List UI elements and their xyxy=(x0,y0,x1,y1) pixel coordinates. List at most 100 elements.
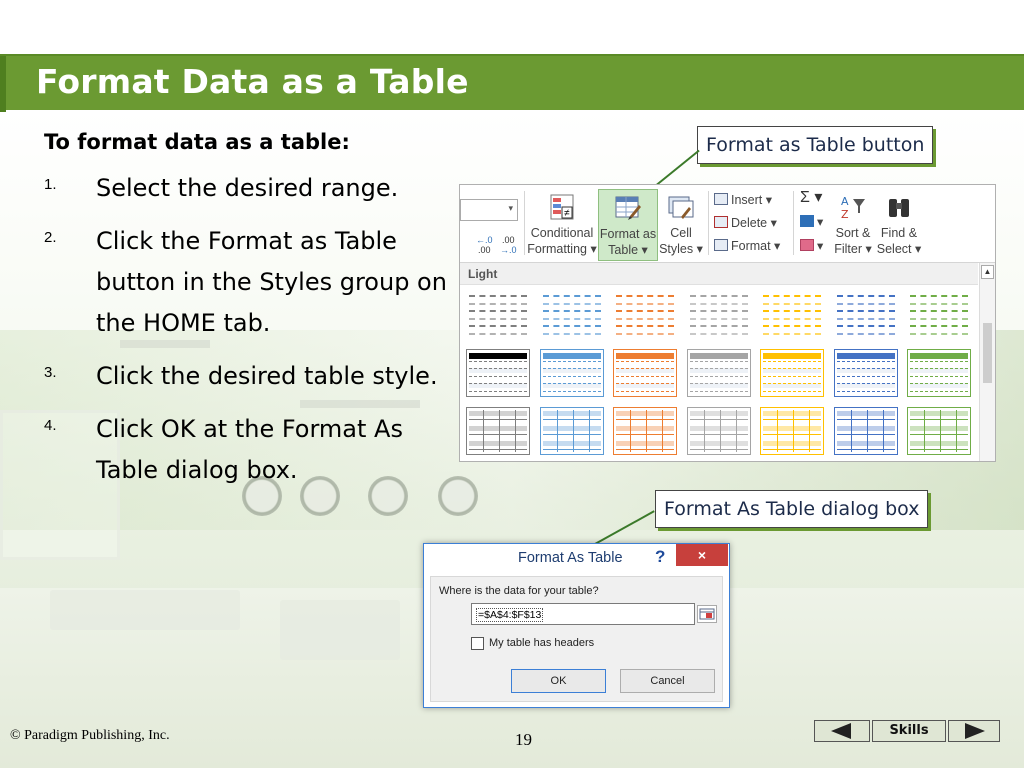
title-accent xyxy=(0,56,6,112)
dialog-body: Where is the data for your table? =$A$4:… xyxy=(430,576,723,702)
step-3: 3. Click the desired table style. xyxy=(44,356,454,397)
format-cells-icon xyxy=(714,239,728,251)
ribbon-separator xyxy=(708,191,709,255)
fill-button[interactable]: ▾ xyxy=(800,211,823,233)
cell-styles-label-2: Styles ▾ xyxy=(659,242,703,256)
collapse-dialog-button[interactable] xyxy=(697,605,717,623)
binoculars-icon xyxy=(885,193,913,221)
cell-styles-label-1: Cell xyxy=(670,226,692,240)
slide-title: Format Data as a Table xyxy=(36,62,469,101)
step-1: 1. Select the desired range. xyxy=(44,168,454,209)
next-button[interactable] xyxy=(948,720,1000,742)
number-format-combo[interactable]: ▾ xyxy=(460,199,518,221)
table-style-option[interactable] xyxy=(686,349,751,397)
format-cells-button[interactable]: Format ▾ xyxy=(714,235,780,257)
format-as-table-label-1: Format as xyxy=(599,227,657,241)
format-as-table-label-2: Table ▾ xyxy=(608,243,648,257)
previous-arrow-icon xyxy=(831,723,851,739)
page-number: 19 xyxy=(515,730,532,749)
range-prompt: Where is the data for your table? xyxy=(439,585,599,597)
delete-cells-icon xyxy=(714,216,728,228)
table-style-option[interactable] xyxy=(540,291,604,339)
sort-filter-label-2: Filter ▾ xyxy=(834,242,872,256)
step-number: 2. xyxy=(44,229,57,246)
table-style-option[interactable] xyxy=(907,349,971,397)
table-style-option[interactable] xyxy=(687,291,751,339)
dialog-title: Format As Table xyxy=(518,550,623,566)
table-style-gallery: Light ▲ xyxy=(460,263,995,461)
fill-down-icon xyxy=(800,215,814,227)
decrease-decimal-button[interactable]: .00 →.0 xyxy=(500,235,517,255)
eraser-icon xyxy=(800,239,814,251)
skills-button[interactable]: Skills xyxy=(872,720,946,742)
table-style-option[interactable] xyxy=(760,349,824,397)
decrease-decimal-icon: →.0 xyxy=(500,245,517,255)
scroll-thumb[interactable] xyxy=(983,323,992,383)
table-style-option[interactable] xyxy=(686,407,751,455)
table-style-option[interactable] xyxy=(539,349,604,397)
table-style-option[interactable] xyxy=(466,291,530,339)
step-text: Click OK at the Format As Table dialog b… xyxy=(96,415,403,484)
table-style-option[interactable] xyxy=(466,407,530,455)
dropdown-arrow-icon: ▾ xyxy=(508,203,513,213)
table-style-option[interactable] xyxy=(466,349,530,397)
format-as-table-dialog: Format As Table ? × Where is the data fo… xyxy=(423,543,730,708)
insert-cells-icon xyxy=(714,193,728,205)
table-style-option[interactable] xyxy=(613,349,677,397)
sort-filter-label-1: Sort & xyxy=(835,226,871,240)
close-button[interactable]: × xyxy=(676,544,728,566)
table-style-option[interactable] xyxy=(539,407,604,455)
delete-button[interactable]: Delete ▾ xyxy=(714,212,777,234)
previous-button[interactable] xyxy=(814,720,870,742)
cell-styles-button[interactable]: Cell Styles ▾ xyxy=(658,189,704,261)
table-style-option[interactable] xyxy=(833,407,898,455)
next-arrow-icon xyxy=(965,723,985,739)
instructions: To format data as a table: 1. Select the… xyxy=(44,130,454,503)
step-number: 1. xyxy=(44,176,57,193)
step-4: 4. Click OK at the Format As Table dialo… xyxy=(44,409,454,491)
scroll-up-icon[interactable]: ▲ xyxy=(981,265,994,279)
table-style-option[interactable] xyxy=(760,291,824,339)
table-style-option[interactable] xyxy=(907,407,971,455)
headers-checkbox[interactable] xyxy=(471,637,484,650)
step-number: 3. xyxy=(44,364,57,381)
background-bench xyxy=(50,590,240,630)
range-select-icon xyxy=(699,608,715,620)
find-select-label-1: Find & xyxy=(880,226,918,240)
gallery-section-label: Light xyxy=(460,263,978,285)
table-style-option[interactable] xyxy=(760,407,824,455)
conditional-formatting-label-2: Formatting ▾ xyxy=(527,242,597,256)
step-text: Click the Format as Table button in the … xyxy=(96,227,447,337)
background-bench xyxy=(280,600,400,660)
copyright: © Paradigm Publishing, Inc. xyxy=(10,728,170,743)
table-style-option[interactable] xyxy=(613,407,677,455)
increase-decimal-button[interactable]: ←.0.00 xyxy=(476,235,493,255)
svg-text:A: A xyxy=(841,195,849,208)
ribbon-separator xyxy=(524,191,525,255)
help-icon[interactable]: ? xyxy=(655,547,665,567)
title-bar: Format Data as a Table xyxy=(0,54,1024,112)
sort-filter-icon: A Z xyxy=(839,193,867,221)
clear-button[interactable]: ▾ xyxy=(800,235,823,257)
svg-text:≠: ≠ xyxy=(564,208,570,219)
table-style-option[interactable] xyxy=(907,291,971,339)
step-2: 2. Click the Format as Table button in t… xyxy=(44,221,454,344)
sort-filter-button[interactable]: A Z Sort & Filter ▾ xyxy=(830,189,876,261)
table-style-option[interactable] xyxy=(833,349,898,397)
table-style-option[interactable] xyxy=(834,291,898,339)
range-value: =$A$4:$F$13 xyxy=(476,608,544,622)
range-input[interactable]: =$A$4:$F$13 xyxy=(471,603,695,625)
conditional-formatting-icon: ≠ xyxy=(548,193,576,221)
callout-format-as-table-dialog: Format As Table dialog box xyxy=(655,490,929,528)
table-style-option[interactable] xyxy=(613,291,677,339)
ok-button[interactable]: OK xyxy=(511,669,606,693)
gallery-scrollbar[interactable]: ▲ xyxy=(979,263,995,461)
format-as-table-button[interactable]: Format as Table ▾ xyxy=(598,189,658,261)
conditional-formatting-button[interactable]: ≠ Conditional Formatting ▾ xyxy=(526,189,598,261)
autosum-button[interactable]: Σ ▾ xyxy=(800,187,822,209)
insert-button[interactable]: Insert ▾ xyxy=(714,189,772,211)
step-text: Select the desired range. xyxy=(96,174,399,202)
find-select-label-2: Select ▾ xyxy=(876,242,922,256)
find-select-button[interactable]: Find & Select ▾ xyxy=(876,189,922,261)
cancel-button[interactable]: Cancel xyxy=(620,669,715,693)
